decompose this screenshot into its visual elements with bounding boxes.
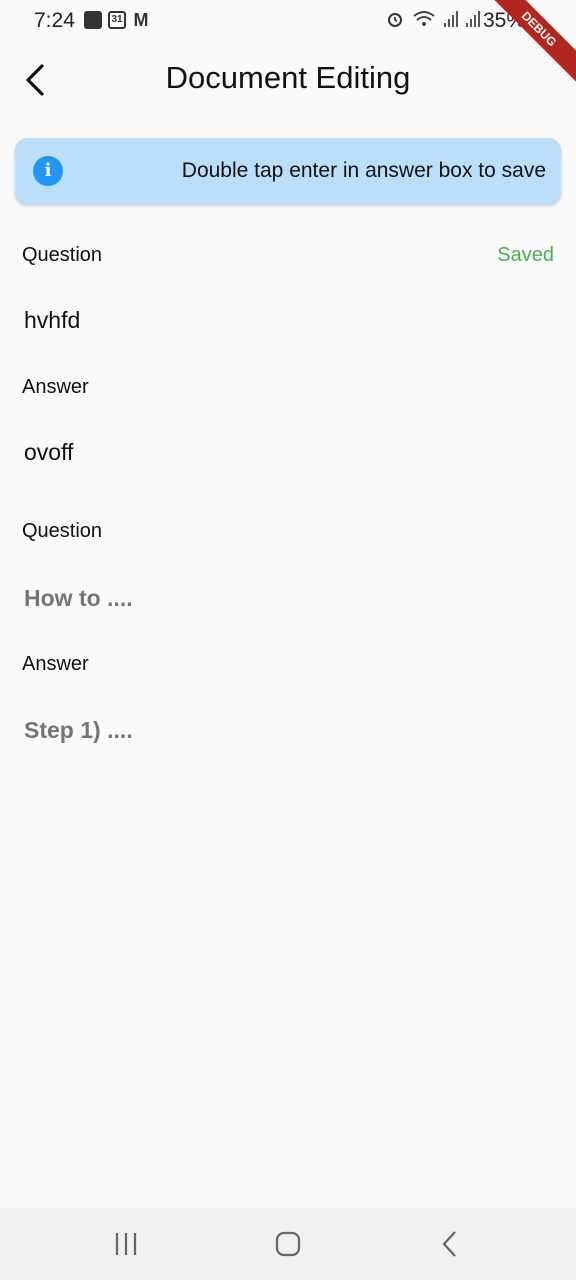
info-banner-text: Double tap enter in answer box to save <box>181 159 546 182</box>
signal-icon-2 <box>466 11 480 27</box>
question-input[interactable] <box>22 300 544 340</box>
question-label: Question <box>22 520 103 542</box>
answer-input[interactable] <box>22 432 544 472</box>
home-button[interactable] <box>264 1226 312 1262</box>
signal-icon-1 <box>444 11 458 27</box>
system-back-button[interactable] <box>426 1226 474 1262</box>
answer-input[interactable] <box>22 710 544 750</box>
calendar-icon: 31 <box>108 11 126 29</box>
saved-status: Saved <box>497 244 554 266</box>
system-nav-bar <box>0 1208 576 1280</box>
notification-icons: 31 M <box>84 11 150 29</box>
answer-label: Answer <box>22 376 89 398</box>
nav-back-icon <box>442 1231 456 1257</box>
info-icon: i <box>33 156 63 186</box>
question-label: Question <box>22 244 103 266</box>
alarm-icon <box>388 13 402 27</box>
recent-apps-button[interactable] <box>102 1226 150 1262</box>
home-icon <box>275 1231 301 1257</box>
gallery-icon <box>84 11 102 29</box>
answer-label: Answer <box>22 653 89 675</box>
page-title: Document Editing <box>165 60 411 95</box>
app-bar: Document Editing <box>0 42 576 118</box>
status-bar: 7:24 31 M 35% DEBUG <box>0 0 576 90</box>
system-icons <box>386 10 480 28</box>
status-time: 7:24 <box>34 9 75 32</box>
info-banner: i Double tap enter in answer box to save <box>15 138 561 204</box>
recent-apps-icon <box>115 1233 137 1255</box>
gmail-icon: M <box>133 10 149 30</box>
question-input[interactable] <box>22 578 544 618</box>
wifi-icon <box>413 11 435 26</box>
